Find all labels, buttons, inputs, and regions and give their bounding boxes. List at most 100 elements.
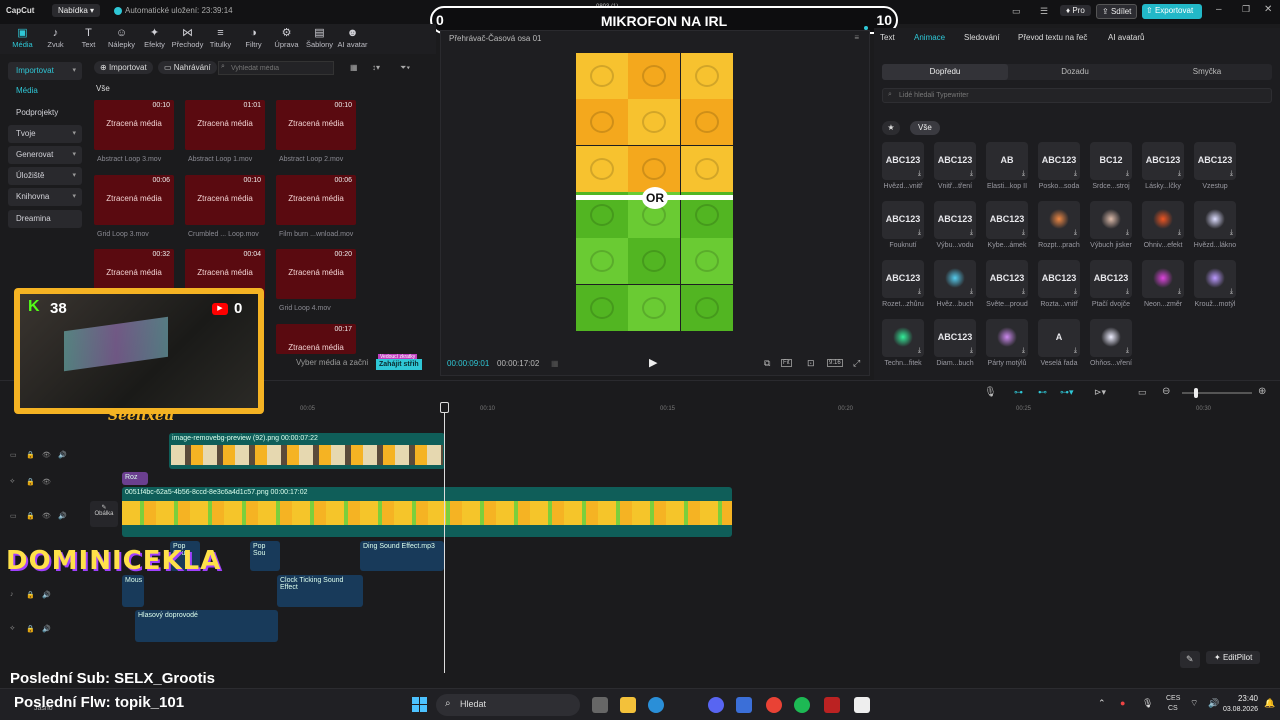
animation-preset[interactable]: ABC123 ⤓ [934, 201, 976, 239]
animation-preset[interactable]: ⤓ [1090, 319, 1132, 357]
animation-preset[interactable]: ⤓ [1194, 201, 1236, 239]
animation-preset[interactable]: ABC123 ⤓ [1038, 142, 1080, 180]
caption-icon[interactable]: ▭ [1138, 387, 1147, 398]
tab-3[interactable]: Převod textu na řeč [1018, 33, 1087, 42]
share-button[interactable]: ⇪ Sdílet [1096, 4, 1138, 19]
text-clip[interactable]: Roz [122, 472, 148, 485]
zoom-slider-handle[interactable] [1194, 388, 1198, 398]
animation-preset[interactable]: ABC123 ⤓ [986, 260, 1028, 298]
audio-clip[interactable]: Clock Ticking Sound Effect [277, 575, 363, 607]
app-icon[interactable] [736, 697, 752, 713]
media-thumbnail[interactable]: 00:10 Ztracená média [185, 175, 265, 225]
tool-8[interactable]: ⚙ Úprava [270, 27, 303, 49]
playhead-handle[interactable] [440, 402, 449, 413]
grid-view-icon[interactable]: ▦ [350, 63, 358, 72]
filter-all-chip[interactable]: Vše [910, 121, 940, 135]
magnet-icon[interactable]: ⊷ [1038, 387, 1047, 398]
track-type-icon[interactable]: ⟡ [10, 625, 15, 633]
sort-icon[interactable]: ↕▾ [372, 63, 380, 72]
export-button[interactable]: ⇧ Exportovat [1142, 4, 1202, 19]
audio-clip[interactable]: Ding Sound Effect.mp3 [360, 541, 444, 571]
preview-axis-icon[interactable]: ⊳▾ [1094, 387, 1106, 398]
tab-4[interactable]: AI avatarů [1108, 33, 1144, 42]
nav-import[interactable]: Importovat ▾ [8, 62, 82, 80]
start-edit-button[interactable]: Zahájit střih [376, 359, 422, 370]
record-button[interactable]: ▭ Nahrávání [158, 61, 217, 74]
tray-chevron-icon[interactable]: ⌃ [1098, 698, 1106, 709]
animation-preset[interactable]: ABC123 ⤓ [882, 260, 924, 298]
fullscreen-icon[interactable]: ⤢ [853, 358, 860, 369]
tab-2[interactable]: Sledování [964, 33, 1000, 42]
eye-icon[interactable]: 👁 [42, 451, 51, 459]
animation-preset[interactable]: ABC123 ⤓ [934, 142, 976, 180]
discord-icon[interactable] [708, 697, 724, 713]
nav-subprojects[interactable]: Podprojekty [8, 104, 82, 122]
nav-media[interactable]: Média [8, 82, 82, 100]
track-type-icon[interactable]: ♪ [10, 591, 14, 598]
nav-generate[interactable]: Generovat ▾ [8, 146, 82, 164]
layout-icon[interactable]: ▭ [1012, 6, 1021, 17]
tool-6[interactable]: ≡ Titulky [204, 27, 237, 49]
animation-preset[interactable]: ABC123 ⤓ [1142, 142, 1184, 180]
crop-icon[interactable]: ⧉ [764, 358, 770, 369]
zoom-out-icon[interactable]: ⊖ [1162, 386, 1170, 397]
minimize-icon[interactable]: – [1216, 4, 1222, 15]
animation-preset[interactable]: ABC123 ⤓ [934, 319, 976, 357]
media-thumbnail[interactable]: 00:10 Ztracená média [276, 100, 356, 150]
eye-icon[interactable]: 👁 [42, 478, 51, 486]
fit-button[interactable]: Fit [781, 359, 792, 367]
nav-library[interactable]: Knihovna ▾ [8, 188, 82, 206]
close-icon[interactable]: ✕ [1264, 4, 1272, 15]
eye-icon[interactable]: 🔊 [42, 625, 51, 633]
tray-app-icon[interactable]: ● [1120, 698, 1125, 708]
tool-0[interactable]: ▣ Média [6, 27, 39, 49]
link-icon[interactable]: ⊶ [1014, 387, 1023, 398]
track-type-icon[interactable]: ⟡ [10, 478, 15, 486]
ratio-button[interactable]: 9:16 [827, 359, 843, 367]
tool-1[interactable]: ♪ Zvuk [39, 27, 72, 49]
menu-button[interactable]: Nabídka ▾ [52, 4, 101, 17]
spotify-icon[interactable] [794, 697, 810, 713]
tool-7[interactable]: ◑ Filtry [237, 27, 270, 49]
animation-preset[interactable]: ⤓ [934, 260, 976, 298]
animation-search[interactable]: ⌕ Lidé hledali Typewriter [882, 88, 1272, 103]
animation-preset[interactable]: ABC123 ⤓ [882, 142, 924, 180]
windows-start-icon[interactable] [412, 697, 428, 713]
feedback-icon[interactable]: ✎ [1180, 651, 1200, 668]
animation-preset[interactable]: ABC123 ⤓ [986, 201, 1028, 239]
tool-4[interactable]: ✦ Efekty [138, 27, 171, 49]
import-button[interactable]: ⊕ Importovat [94, 61, 153, 74]
capcut-icon[interactable] [854, 697, 870, 713]
animation-preset[interactable]: ⤓ [1194, 260, 1236, 298]
voiceover-clip[interactable]: Hlasový doprovodé [135, 610, 278, 642]
playhead[interactable] [444, 405, 445, 673]
tab-backward[interactable]: Dozadu [1012, 64, 1138, 80]
pro-button[interactable]: ♦ Pro [1060, 5, 1091, 16]
tool-9[interactable]: ▤ Šablony [303, 27, 336, 49]
file-explorer-icon[interactable] [620, 697, 636, 713]
maximize-icon[interactable]: ❐ [1242, 4, 1250, 15]
zoom-slider[interactable] [1182, 392, 1252, 394]
tool-2[interactable]: T Text [72, 27, 105, 49]
nav-yours[interactable]: Tvoje ▾ [8, 125, 82, 143]
tool-10[interactable]: ☻ AI avatar [336, 27, 369, 49]
editpilot-button[interactable]: ✦ EditPilot [1206, 651, 1261, 664]
nav-storage[interactable]: Úložiště ▾ [8, 167, 82, 185]
edge-icon[interactable] [648, 697, 664, 713]
eye-icon[interactable]: 🔊 [42, 591, 51, 599]
lock-icon[interactable]: 🔒 [26, 625, 35, 633]
split-link-icon[interactable]: ⊶▾ [1060, 387, 1074, 398]
cover-button[interactable]: ✎ Obálka [90, 501, 118, 527]
tab-forward[interactable]: Dopředu [882, 64, 1008, 80]
nav-dreamina[interactable]: Dreamina [8, 210, 82, 228]
media-thumbnail[interactable]: 00:20 Ztracená média [276, 249, 356, 299]
track-type-icon[interactable]: ▭ [10, 512, 17, 520]
animation-preset[interactable]: ⤓ [1090, 201, 1132, 239]
media-thumbnail[interactable]: 00:06 Ztracená média [276, 175, 356, 225]
wifi-icon[interactable]: ⌔ [1190, 698, 1198, 709]
screenshot-icon[interactable]: ⊡ [807, 358, 815, 369]
animation-preset[interactable]: AB ⤓ [986, 142, 1028, 180]
animation-preset[interactable]: A ⤓ [1038, 319, 1080, 357]
favorites-star-icon[interactable]: ★ [882, 121, 900, 135]
chrome-icon[interactable] [766, 697, 782, 713]
